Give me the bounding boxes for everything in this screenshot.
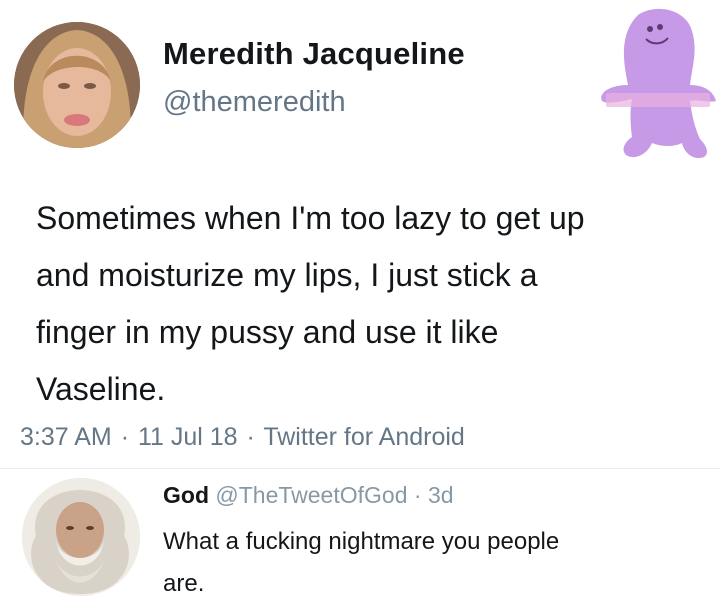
reply-age[interactable]: 3d — [428, 482, 454, 508]
reply-separator: · — [413, 482, 422, 508]
tweet-text: Sometimes when I'm too lazy to get up an… — [36, 200, 585, 407]
reply-avatar-photo — [22, 478, 140, 596]
reply-header: God @TheTweetOfGod · 3d — [163, 482, 454, 509]
tweet-meta: 3:37 AM · 11 Jul 18 · Twitter for Androi… — [20, 423, 465, 452]
purple-mascot-sticker — [588, 5, 720, 160]
author-name[interactable]: Meredith Jacqueline — [163, 36, 465, 72]
tweet-date[interactable]: 11 Jul 18 — [138, 423, 238, 451]
tweet-source[interactable]: Twitter for Android — [263, 423, 464, 451]
reply-author-name[interactable]: God — [163, 482, 209, 508]
meta-separator: · — [120, 423, 130, 451]
author-avatar-photo — [14, 22, 140, 148]
reply-text: What a fucking nightmare you people are. — [163, 528, 560, 597]
divider — [0, 468, 720, 469]
author-avatar[interactable] — [14, 22, 140, 148]
meta-separator: · — [246, 423, 255, 451]
tweet-time[interactable]: 3:37 AM — [20, 423, 112, 451]
reply-avatar[interactable] — [22, 478, 140, 596]
author-handle[interactable]: @themeredith — [163, 86, 346, 119]
reply-author-handle[interactable]: @TheTweetOfGod — [215, 482, 407, 508]
